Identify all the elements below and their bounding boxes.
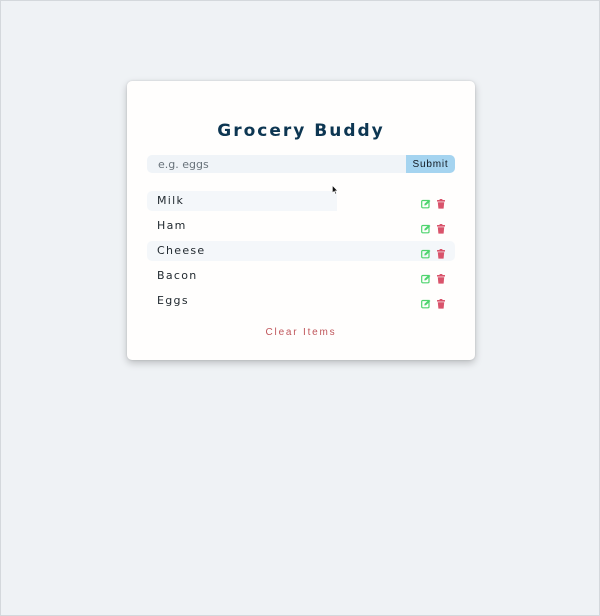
trash-icon — [437, 224, 445, 234]
list-item: Bacon — [147, 266, 455, 286]
item-name: Milk — [157, 194, 185, 207]
item-name: Eggs — [157, 294, 189, 307]
page: Grocery Buddy Submit Milk Ham C — [0, 0, 600, 616]
app-title: Grocery Buddy — [217, 121, 385, 141]
edit-icon — [421, 299, 431, 309]
add-item-form: Submit — [147, 155, 455, 173]
delete-button[interactable] — [436, 272, 446, 284]
delete-button[interactable] — [436, 197, 446, 209]
list-item: Ham — [147, 216, 455, 236]
clear-items-button[interactable]: Clear Items — [127, 327, 475, 338]
grocery-card: Grocery Buddy Submit Milk Ham C — [127, 81, 475, 360]
edit-icon — [421, 224, 431, 234]
mouse-cursor-icon — [332, 185, 338, 195]
edit-icon — [421, 249, 431, 259]
trash-icon — [437, 199, 445, 209]
edit-button[interactable] — [421, 297, 431, 309]
submit-button[interactable]: Submit — [406, 155, 455, 173]
edit-icon — [421, 199, 431, 209]
edit-button[interactable] — [421, 197, 431, 209]
edit-button[interactable] — [421, 272, 431, 284]
edit-icon — [421, 274, 431, 284]
item-input[interactable] — [147, 155, 406, 173]
delete-button[interactable] — [436, 222, 446, 234]
delete-button[interactable] — [436, 297, 446, 309]
edit-button[interactable] — [421, 247, 431, 259]
list-item: Cheese — [147, 241, 455, 261]
list-item: Milk — [147, 191, 455, 211]
list-item: Eggs — [147, 291, 455, 311]
item-name: Ham — [157, 219, 187, 232]
trash-icon — [437, 249, 445, 259]
edit-button[interactable] — [421, 222, 431, 234]
trash-icon — [437, 299, 445, 309]
grocery-list: Milk Ham Cheese Bacon Eggs — [147, 191, 455, 316]
item-name: Bacon — [157, 269, 198, 282]
trash-icon — [437, 274, 445, 284]
item-name: Cheese — [157, 244, 206, 257]
delete-button[interactable] — [436, 247, 446, 259]
